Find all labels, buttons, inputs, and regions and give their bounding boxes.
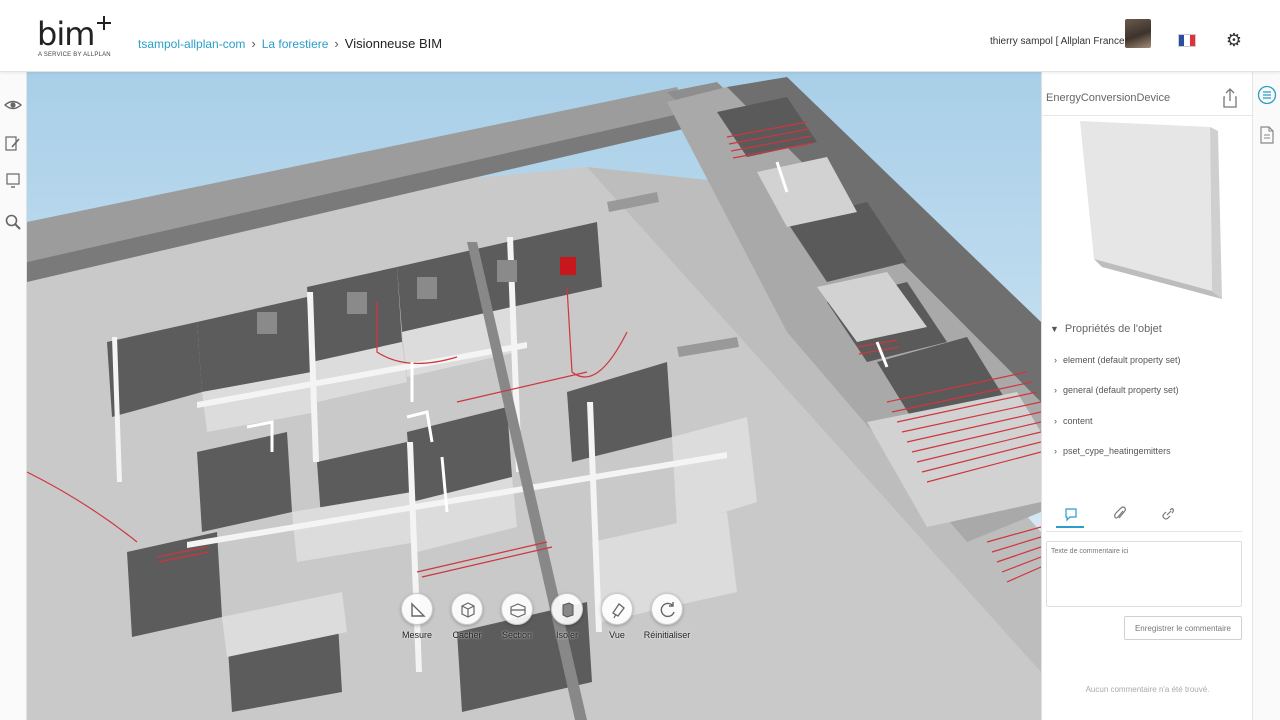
app-header: bim A SERVICE BY ALLPLAN tsampol-allplan… [0, 0, 1280, 72]
no-comments-message: Aucun commentaire n'a été trouvé. [1085, 685, 1210, 694]
tab-attachments[interactable] [1106, 506, 1134, 528]
chevron-right-icon: › [1054, 355, 1057, 365]
property-set-item[interactable]: › element (default property set) [1054, 355, 1181, 365]
search-icon[interactable] [4, 213, 22, 231]
list-menu-icon[interactable] [1257, 85, 1277, 105]
property-set-item[interactable]: › pset_cype_heatingemitters [1054, 446, 1171, 456]
property-set-label: element (default property set) [1063, 355, 1181, 365]
breadcrumb-model[interactable]: La forestiere [262, 37, 329, 51]
bim-3d-viewport[interactable]: Mesure Cacher Section Isoler Vue Réiniti… [27, 72, 1041, 720]
breadcrumb-current: Visionneuse BIM [344, 36, 443, 51]
plus-icon [97, 16, 111, 30]
reset-icon[interactable] [651, 593, 683, 625]
isolate-icon[interactable] [551, 593, 583, 625]
left-toolbar [0, 72, 27, 720]
save-comment-button[interactable]: Enregistrer le commentaire [1124, 616, 1242, 640]
tool-reinitialiser[interactable]: Réinitialiser [637, 584, 697, 640]
chevron-right-icon: › [251, 36, 256, 51]
viewer-tool-dock: Mesure Cacher Section Isoler Vue Réiniti… [387, 584, 690, 664]
avatar[interactable] [1125, 19, 1151, 48]
comment-textarea[interactable] [1046, 541, 1242, 607]
chevron-right-icon: › [1054, 416, 1057, 426]
logo-tagline: A SERVICE BY ALLPLAN [38, 52, 111, 58]
monitor-icon[interactable] [4, 172, 22, 190]
breadcrumb: tsampol-allplan-com › La forestiere › Vi… [138, 36, 442, 51]
property-set-item[interactable]: › content [1054, 416, 1093, 426]
document-add-icon[interactable] [1257, 125, 1277, 145]
right-sidebar [1252, 72, 1280, 720]
chevron-right-icon: › [1054, 385, 1057, 395]
section-box-icon[interactable] [501, 593, 533, 625]
properties-heading-label: Propriétés de l'objet [1064, 323, 1162, 335]
panel-tabs [1046, 502, 1242, 532]
property-set-label: general (default property set) [1063, 385, 1179, 395]
selected-device[interactable] [560, 257, 576, 275]
breadcrumb-project[interactable]: tsampol-allplan-com [138, 37, 245, 51]
language-flag-icon[interactable] [1178, 34, 1196, 47]
camera-view-icon[interactable] [601, 593, 633, 625]
chevron-right-icon: › [334, 36, 339, 51]
property-set-item[interactable]: › general (default property set) [1054, 385, 1179, 395]
property-set-label: content [1063, 416, 1093, 426]
divider [1042, 115, 1253, 116]
paperclip-icon [1114, 506, 1126, 519]
object-3d-preview[interactable] [1072, 119, 1222, 309]
eye-icon[interactable] [4, 96, 22, 114]
settings-gear-icon[interactable]: ⚙ [1224, 30, 1244, 50]
link-icon [1162, 508, 1174, 520]
tab-comments[interactable] [1056, 506, 1084, 528]
tool-label: Réinitialiser [643, 630, 691, 640]
comment-icon [1065, 508, 1077, 522]
object-properties-panel: EnergyConversionDevice ▼ Propriétés de l'… [1041, 72, 1253, 720]
property-set-label: pset_cype_heatingemitters [1063, 446, 1171, 456]
tab-links[interactable] [1154, 506, 1182, 528]
properties-heading[interactable]: ▼ Propriétés de l'objet [1050, 323, 1162, 335]
user-name[interactable]: thierry sampol [ Allplan France ] [990, 36, 1130, 47]
logo-text: bim [37, 15, 95, 53]
share-icon[interactable] [1222, 88, 1238, 108]
edit-icon[interactable] [4, 135, 22, 153]
bim-logo[interactable]: bim A SERVICE BY ALLPLAN [37, 14, 117, 64]
ruler-triangle-icon[interactable] [401, 593, 433, 625]
cube-hide-icon[interactable] [451, 593, 483, 625]
chevron-right-icon: › [1054, 446, 1057, 456]
object-type-title: EnergyConversionDevice [1046, 92, 1171, 104]
chevron-down-icon: ▼ [1050, 324, 1059, 334]
